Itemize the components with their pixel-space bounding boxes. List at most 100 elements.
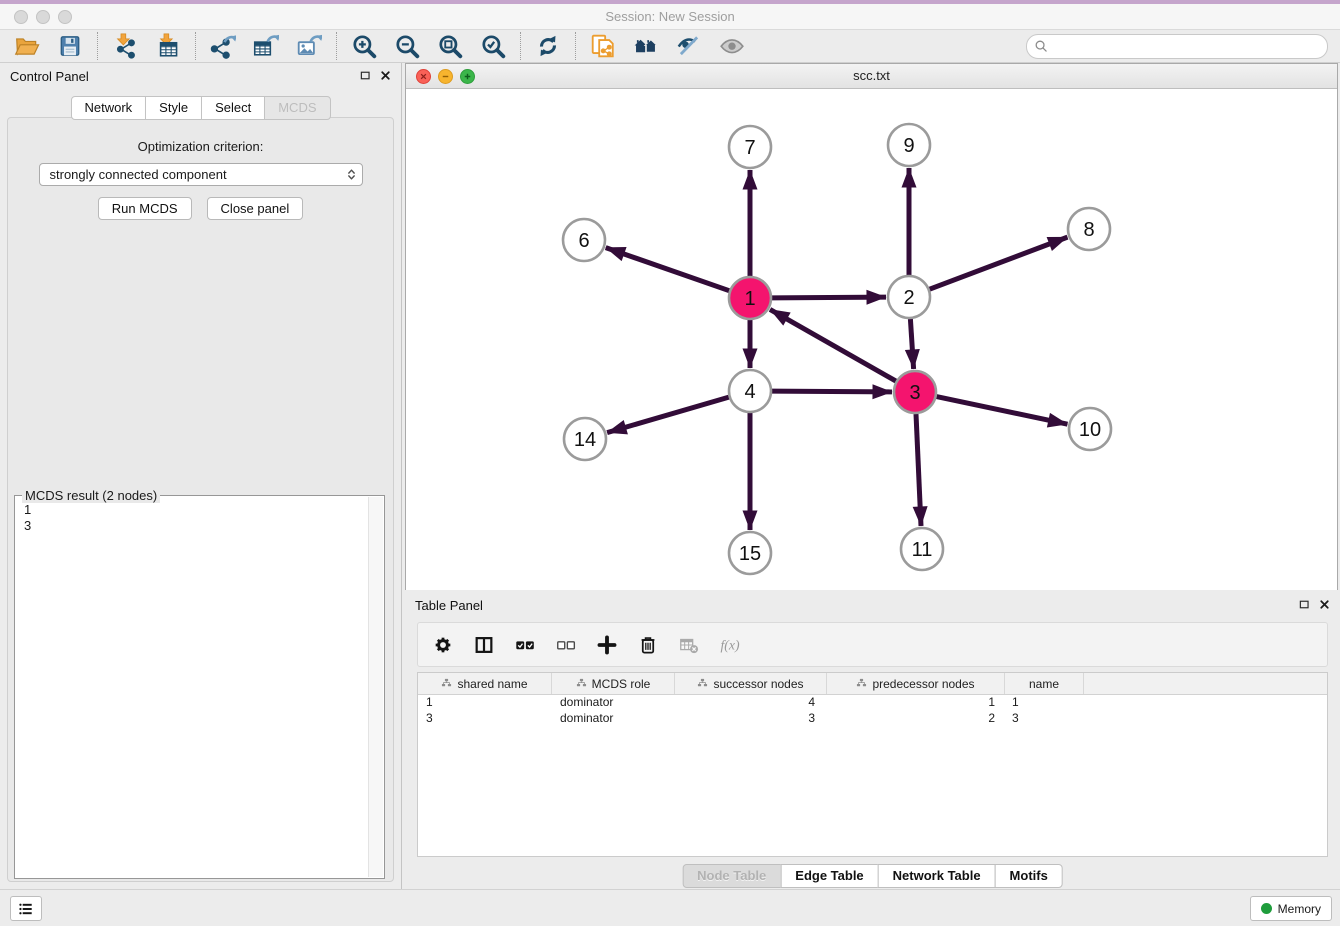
save-session-icon[interactable] [56, 32, 84, 60]
network-window-title: scc.txt [406, 68, 1337, 83]
select-all-rows-icon[interactable] [513, 633, 537, 657]
table-cell: dominator [552, 711, 675, 727]
run-mcds-button[interactable]: Run MCDS [98, 197, 192, 220]
graph-node-label: 4 [744, 381, 755, 403]
export-network-icon[interactable] [209, 32, 237, 60]
graph-node-label: 7 [744, 137, 755, 159]
column-header-predecessor-nodes[interactable]: predecessor nodes [827, 673, 1005, 694]
graph-edge-3-1[interactable] [770, 309, 896, 381]
export-image-icon[interactable] [295, 32, 323, 60]
graph-edge-1-6[interactable] [606, 248, 730, 291]
status-bar: Memory [0, 889, 1340, 926]
search-icon [1033, 38, 1050, 55]
control-panel-tabs: NetworkStyleSelectMCDS [70, 96, 330, 120]
table-panel: Table Panel f(x) shared nameMCDS rolesuc… [405, 592, 1340, 890]
graph-edge-2-8[interactable] [930, 237, 1068, 289]
graph-node-label: 14 [574, 429, 596, 451]
mcds-result-item[interactable]: 3 [24, 518, 369, 534]
tree-hierarchy-icon [697, 678, 708, 689]
table-cell: 1 [827, 695, 1005, 711]
result-scrollbar[interactable] [368, 497, 383, 877]
tab-node-table[interactable]: Node Table [682, 864, 781, 888]
table-row[interactable]: 1dominator411 [418, 695, 1327, 711]
graph-edge-4-14[interactable] [607, 397, 729, 433]
task-history-button[interactable] [10, 896, 42, 921]
toolbar-group [97, 32, 195, 60]
settings-gear-icon[interactable] [431, 633, 455, 657]
optimization-criterion-select[interactable]: strongly connected component [39, 163, 363, 186]
tab-network-table[interactable]: Network Table [878, 864, 996, 888]
graph-edge-3-11[interactable] [916, 414, 921, 526]
network-canvas[interactable]: 7968124314101511 [406, 89, 1337, 590]
control-panel-title: Control Panel [10, 69, 89, 84]
table-row[interactable]: 3dominator323 [418, 711, 1327, 727]
delete-column-icon[interactable] [636, 633, 660, 657]
column-header-name[interactable]: name [1005, 673, 1084, 694]
table-cell: dominator [552, 695, 675, 711]
tab-mcds[interactable]: MCDS [264, 96, 330, 120]
tab-style[interactable]: Style [145, 96, 202, 120]
toolbar-group [336, 32, 520, 60]
zoom-fit-icon[interactable] [436, 32, 464, 60]
table-cell: 3 [1005, 711, 1084, 727]
export-table-icon[interactable] [252, 32, 280, 60]
table-toolbar: f(x) [417, 622, 1328, 667]
show-panels-icon [718, 32, 746, 60]
column-header-MCDS-role[interactable]: MCDS role [552, 673, 675, 694]
tab-network[interactable]: Network [70, 96, 146, 120]
table-cell: 3 [675, 711, 827, 727]
graph-node-label: 15 [739, 543, 761, 565]
import-table-icon[interactable] [154, 32, 182, 60]
graph-node-label: 2 [903, 287, 914, 309]
add-column-icon[interactable] [595, 633, 619, 657]
graph-node-label: 6 [578, 230, 589, 252]
mcds-result-list[interactable]: 13 [16, 497, 369, 877]
tab-motifs[interactable]: Motifs [995, 864, 1063, 888]
import-network-icon[interactable] [111, 32, 139, 60]
graph-node-label: 8 [1083, 219, 1094, 241]
clone-network-icon[interactable] [589, 32, 617, 60]
graph-edge-1-2[interactable] [772, 297, 886, 298]
open-session-icon[interactable] [13, 32, 41, 60]
tab-edge-table[interactable]: Edge Table [780, 864, 878, 888]
mcds-result-item[interactable]: 1 [24, 502, 369, 518]
close-panel-icon[interactable] [1318, 598, 1332, 612]
hide-panels-icon[interactable] [675, 32, 703, 60]
column-header-successor-nodes[interactable]: successor nodes [675, 673, 827, 694]
zoom-out-icon[interactable] [393, 32, 421, 60]
control-panel-header: Control Panel [0, 63, 401, 89]
graph-edge-4-3[interactable] [772, 391, 892, 392]
graph-node-label: 11 [912, 539, 933, 561]
graph-node-label: 3 [909, 382, 920, 404]
zoom-selected-icon[interactable] [479, 32, 507, 60]
memory-button[interactable]: Memory [1250, 896, 1332, 921]
table-cell: 2 [827, 711, 1005, 727]
dropdown-stepper-icon [345, 167, 358, 182]
deselect-all-rows-icon[interactable] [554, 633, 578, 657]
close-panel-icon[interactable] [379, 69, 393, 83]
mcds-result-box: MCDS result (2 nodes) 13 [14, 495, 385, 879]
delete-table-icon [677, 633, 701, 657]
float-panel-icon[interactable] [359, 69, 373, 83]
zoom-in-icon[interactable] [350, 32, 378, 60]
tree-hierarchy-icon [856, 678, 867, 689]
column-header-shared-name[interactable]: shared name [418, 673, 552, 694]
search-input[interactable] [1050, 39, 1321, 55]
search-box[interactable] [1026, 34, 1328, 59]
home-icon[interactable] [632, 32, 660, 60]
float-panel-icon[interactable] [1298, 598, 1312, 612]
control-panel: Control Panel NetworkStyleSelectMCDS Opt… [0, 63, 402, 890]
toggle-columns-icon[interactable] [472, 633, 496, 657]
table-cell: 1 [1005, 695, 1084, 711]
tab-select[interactable]: Select [201, 96, 265, 120]
toolbar-group [520, 32, 575, 60]
window-titlebar: Session: New Session [0, 4, 1340, 30]
table-tabs: Node TableEdge TableNetwork TableMotifs [682, 864, 1063, 888]
graph-edge-2-3[interactable] [910, 319, 913, 369]
graph-edge-3-10[interactable] [937, 397, 1068, 425]
network-window-titlebar: scc.txt [406, 64, 1337, 89]
table-panel-title: Table Panel [415, 598, 483, 613]
refresh-network-icon[interactable] [534, 32, 562, 60]
close-panel-button[interactable]: Close panel [207, 197, 304, 220]
toolbar-group [195, 32, 336, 60]
